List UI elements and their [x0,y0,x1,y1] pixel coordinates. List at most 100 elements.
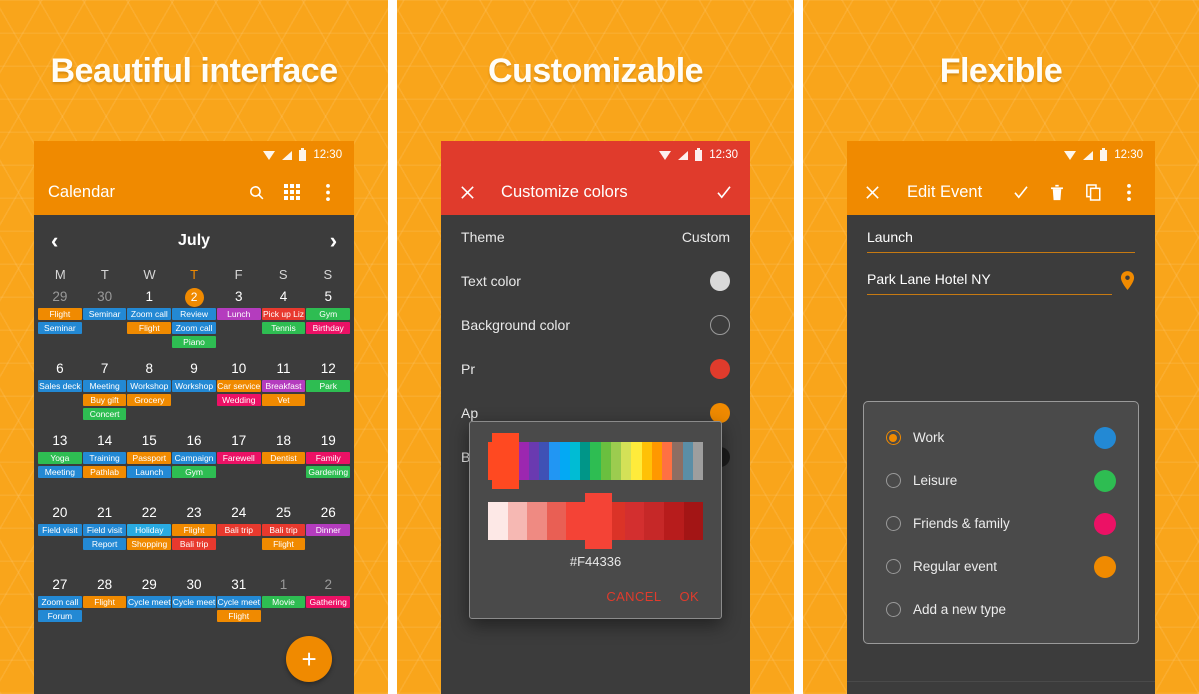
shade-segment[interactable] [488,502,508,540]
hue-segment[interactable] [580,442,591,480]
calendar-event-chip[interactable]: Farewell [216,452,261,464]
calendar-day[interactable]: 31 Cycle meet Flight [216,575,261,645]
calendar-day[interactable]: 29 Flight Seminar [38,287,82,357]
hue-segment[interactable] [682,442,693,480]
calendar-event-chip[interactable]: Gym [172,466,216,478]
calendar-day[interactable]: 30 Seminar [82,287,127,357]
calendar-event-chip[interactable]: Tennis [261,322,306,334]
calendar-event-chip[interactable]: Buy gift [82,394,127,406]
calendar-day[interactable]: 15 Passport Launch [127,431,172,501]
hue-thumb[interactable] [492,433,520,489]
calendar-day[interactable]: 17 Farewell [216,431,261,501]
shade-segment[interactable] [644,502,664,540]
hue-segment[interactable] [672,442,683,480]
radio-button[interactable] [885,473,901,488]
calendar-event-chip[interactable]: Field visit [82,524,127,536]
calendar-day[interactable]: 2 Review Zoom call Piano [172,287,216,357]
shade-segment[interactable] [566,502,586,540]
calendar-event-chip[interactable]: Report [82,538,127,550]
calendar-event-chip[interactable]: Holiday [127,524,172,536]
calendar-event-chip[interactable]: Gym [306,308,351,320]
setting-row-1[interactable]: Text color [441,259,750,303]
calendar-event-chip[interactable]: Pick up Liz [261,308,306,320]
hue-segment[interactable] [631,442,642,480]
calendar-event-chip[interactable]: Launch [127,466,172,478]
calendar-event-chip[interactable]: Campaign [172,452,216,464]
calendar-event-chip[interactable]: Field visit [38,524,82,536]
calendar-day[interactable]: 2 Gathering [306,575,351,645]
event-location-value[interactable]: Park Lane Hotel NY [866,271,1113,295]
calendar-event-chip[interactable]: Meeting [82,380,127,392]
next-month-button[interactable]: › [330,230,337,252]
calendar-event-chip[interactable]: Family [306,452,351,464]
calendar-event-chip[interactable]: Car service [216,380,261,392]
calendar-day[interactable]: 28 Flight [82,575,127,645]
event-type-option-3[interactable]: Regular event [864,545,1138,588]
color-swatch[interactable] [710,271,731,291]
calendar-event-chip[interactable]: Park [306,380,351,392]
calendar-event-chip[interactable]: Flight [172,524,216,536]
calendar-event-chip[interactable]: Gathering [306,596,351,608]
hue-segment[interactable] [621,442,632,480]
event-type-option-4[interactable]: Add a new type [864,588,1138,631]
check-icon[interactable] [712,180,736,204]
calendar-day[interactable]: 1 Movie [261,575,306,645]
calendar-event-chip[interactable]: Zoom call [172,322,216,334]
shade-segment[interactable] [546,502,567,540]
hue-segment[interactable] [610,442,622,480]
calendar-day[interactable]: 25 Bali trip Flight [261,503,306,573]
calendar-day[interactable]: 1 Zoom call Flight [127,287,172,357]
color-swatch[interactable] [710,359,731,379]
calendar-day[interactable]: 10 Car service Wedding [216,359,261,429]
hue-segment[interactable] [559,442,570,480]
calendar-event-chip[interactable]: Seminar [82,308,127,320]
calendar-event-chip[interactable]: Dinner [306,524,351,536]
calendar-event-chip[interactable]: Shopping [127,538,172,550]
setting-row-2[interactable]: Background color [441,303,750,347]
hue-slider[interactable] [488,433,704,489]
calendar-event-chip[interactable]: Pathlab [82,466,127,478]
color-swatch[interactable] [710,315,731,335]
calendar-day[interactable]: 13 Yoga Meeting [38,431,82,501]
hue-segment[interactable] [549,442,560,480]
event-type-option-0[interactable]: Work [864,416,1138,459]
calendar-day[interactable]: 7 Meeting Buy gift Concert [82,359,127,429]
calendar-event-chip[interactable]: Cycle meet [216,596,261,608]
search-icon[interactable] [244,180,268,204]
calendar-day[interactable]: 27 Zoom call Forum [38,575,82,645]
calendar-event-chip[interactable]: Bali trip [261,524,306,536]
shade-segment[interactable] [507,502,528,540]
shade-segment[interactable] [527,502,547,540]
hue-segment[interactable] [518,442,529,480]
calendar-event-chip[interactable]: Forum [38,610,82,622]
location-pin-icon[interactable] [1120,271,1135,295]
calendar-day[interactable]: 18 Dentist [261,431,306,501]
calendar-event-chip[interactable]: Piano [172,336,216,348]
calendar-event-chip[interactable]: Breakfast [261,380,306,392]
overflow-menu-icon[interactable] [1117,180,1141,204]
calendar-event-chip[interactable]: Birthday [306,322,351,334]
calendar-day[interactable]: 16 Campaign Gym [172,431,216,501]
radio-button[interactable] [885,430,901,445]
calendar-day[interactable]: 5 Gym Birthday [306,287,351,357]
calendar-event-chip[interactable]: Bali trip [216,524,261,536]
setting-row-0[interactable]: Theme Custom [441,215,750,259]
grid-view-icon[interactable] [280,180,304,204]
calendar-event-chip[interactable]: Zoom call [127,308,172,320]
calendar-event-chip[interactable]: Grocery [127,394,172,406]
hue-segment[interactable] [651,442,663,480]
calendar-event-chip[interactable]: Bali trip [172,538,216,550]
check-icon[interactable] [1009,180,1033,204]
overflow-menu-icon[interactable] [316,180,340,204]
radio-button[interactable] [885,559,901,574]
calendar-event-chip[interactable]: Sales deck [38,380,82,392]
calendar-event-chip[interactable]: Seminar [38,322,82,334]
close-icon[interactable] [455,180,479,204]
calendar-day[interactable]: 8 Workshop Grocery [127,359,172,429]
calendar-day[interactable]: 14 Training Pathlab [82,431,127,501]
calendar-event-chip[interactable]: Passport [127,452,172,464]
hue-segment[interactable] [528,442,540,480]
calendar-event-chip[interactable]: Zoom call [38,596,82,608]
calendar-event-chip[interactable]: Wedding [216,394,261,406]
repetition-row[interactable]: No repetition [846,681,1156,694]
